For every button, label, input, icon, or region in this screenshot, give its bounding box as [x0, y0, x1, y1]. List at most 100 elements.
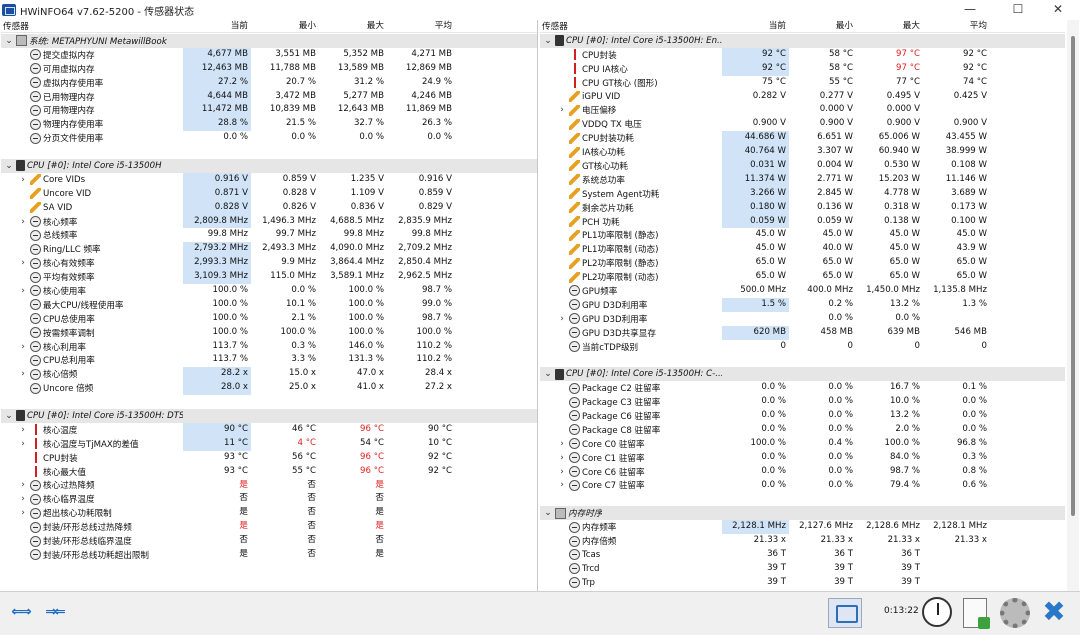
column-header-max[interactable]: 最大	[856, 20, 923, 32]
sensor-row[interactable]: 总线频率 99.8 MHz 99.7 MHz 99.8 MHz 99.8 MHz	[1, 228, 537, 242]
sensor-row[interactable]: › Core C0 驻留率 100.0 % 0.4 % 100.0 % 96.8 %	[540, 437, 1065, 451]
sensor-row[interactable]: 封装/环形总线过热降频 是 否 是	[1, 520, 537, 534]
sensor-row[interactable]: 可用虚拟内存 12,463 MB 11,788 MB 13,589 MB 12,869 …	[1, 61, 537, 76]
vertical-scrollbar[interactable]	[1067, 20, 1079, 591]
expand-chevron-icon[interactable]: ›	[18, 369, 28, 379]
expand-chevron-icon[interactable]: ›	[557, 480, 567, 490]
sensor-row[interactable]: PL2功率限制 (动态) 65.0 W 65.0 W 65.0 W 65.0 W	[540, 270, 1065, 284]
sensor-row[interactable]: 封装/环形总线功耗超出限制 是 否 是	[1, 548, 537, 562]
sensor-row[interactable]: CPU封装 93 °C 56 °C 96 °C 92 °C	[1, 451, 537, 465]
sensor-row[interactable]: PL2功率限制 (静态) 65.0 W 65.0 W 65.0 W 65.0 W	[540, 256, 1065, 270]
collapse-chevron-icon[interactable]: ⌄	[4, 36, 14, 46]
scrollbar-thumb[interactable]	[1071, 36, 1075, 516]
sensor-row[interactable]: Uncore 倍频 28.0 x 25.0 x 41.0 x 27.2 x	[1, 381, 537, 396]
sensor-row[interactable]: 提交虚拟内存 4,677 MB 3,551 MB 5,352 MB 4,271 MB	[1, 47, 537, 62]
sensor-table-right[interactable]: 传感器 当前 最小 最大 平均 ⌄ CPU [#0]: Intel Core i5…	[540, 20, 1065, 591]
sensor-row[interactable]: 剩余芯片功耗 0.180 W 0.136 W 0.318 W 0.173 W	[540, 200, 1065, 215]
sensor-row[interactable]: CPU总使用率 100.0 % 2.1 % 100.0 % 98.7 %	[1, 312, 537, 326]
sensor-row[interactable]: 按需频率调制 100.0 % 100.0 % 100.0 % 100.0 %	[1, 326, 537, 340]
sensor-row[interactable]: › Core VIDs 0.916 V 0.859 V 1.235 V 0.916 V	[1, 172, 537, 187]
sensor-row[interactable]: 当前cTDP级别 0 0 0 0	[540, 340, 1065, 354]
sensor-row[interactable]: System Agent功耗 3.266 W 2.845 W 4.778 W 3.689…	[540, 186, 1065, 201]
sensor-row[interactable]: 平均有效频率 3,109.3 MHz 115.0 MHz 3,589.1 MHz 2,9…	[1, 270, 537, 285]
sensor-row[interactable]: VDDQ TX 电压 0.900 V 0.900 V 0.900 V 0.900 V	[540, 117, 1065, 131]
column-header-max[interactable]: 最大	[319, 20, 387, 32]
expand-chevron-icon[interactable]: ›	[18, 286, 28, 296]
close-button[interactable]: ✕	[1036, 0, 1080, 20]
expand-chevron-icon[interactable]: ›	[18, 425, 28, 435]
sensor-row[interactable]: CPU GT核心 (图形) 75 °C 55 °C 77 °C 74 °C	[540, 76, 1065, 90]
reset-timer-clock-icon[interactable]	[922, 597, 952, 627]
expand-chevron-icon[interactable]: ›	[557, 467, 567, 477]
sensor-row[interactable]: › 电压偏移 0.000 V 0.000 V	[540, 103, 1065, 117]
sensor-row[interactable]: › GPU D3D利用率 0.0 % 0.0 %	[540, 312, 1065, 326]
sensor-row[interactable]: 虚拟内存使用率 27.2 % 20.7 % 31.2 % 24.9 %	[1, 75, 537, 90]
sensor-row[interactable]: › 核心使用率 100.0 % 0.0 % 100.0 % 98.7 %	[1, 284, 537, 298]
sensor-row[interactable]: › 核心频率 2,809.8 MHz 1,496.3 MHz 4,688.5 MHz 2,…	[1, 214, 537, 229]
expand-chevron-icon[interactable]: ›	[18, 217, 28, 227]
sensor-row[interactable]: Package C3 驻留率 0.0 % 0.0 % 10.0 % 0.0 %	[540, 395, 1065, 409]
sensor-row[interactable]: SA VID 0.828 V 0.826 V 0.836 V 0.829 V	[1, 200, 537, 215]
expand-chevron-icon[interactable]: ›	[557, 453, 567, 463]
sensor-row[interactable]: Package C6 驻留率 0.0 % 0.0 % 13.2 % 0.0 %	[540, 409, 1065, 423]
collapse-chevron-icon[interactable]: ⌄	[4, 161, 14, 171]
column-header-avg[interactable]: 平均	[387, 20, 455, 32]
expand-chevron-icon[interactable]: ›	[18, 342, 28, 352]
column-header-min[interactable]: 最小	[789, 20, 856, 32]
network-monitor-icon[interactable]	[828, 598, 862, 628]
sensor-row[interactable]: Trp 39 T 39 T 39 T	[540, 576, 1065, 590]
sensor-row[interactable]: 内存频率 2,128.1 MHz 2,127.6 MHz 2,128.6 MHz 2,1…	[540, 520, 1065, 535]
sensor-row[interactable]: CPU封装功耗 44.686 W 6.651 W 65.006 W 43.455 W	[540, 131, 1065, 146]
sensor-row[interactable]: GPU频率 500.0 MHz 400.0 MHz 1,450.0 MHz 1,135.…	[540, 284, 1065, 298]
collapse-chevron-icon[interactable]: ⌄	[543, 36, 553, 46]
sensor-table-left[interactable]: 传感器 当前 最小 最大 平均 ⌄ 系统: METAPHYUNI Metawill…	[1, 20, 538, 591]
sensor-row[interactable]: › Core C7 驻留率 0.0 % 0.0 % 79.4 % 0.6 %	[540, 479, 1065, 493]
sensor-row[interactable]: IA核心功耗 40.764 W 3.307 W 60.940 W 38.999 W	[540, 145, 1065, 160]
column-header-avg[interactable]: 平均	[923, 20, 990, 32]
sensor-row[interactable]: › 核心温度 90 °C 46 °C 96 °C 90 °C	[1, 422, 537, 437]
sensor-row[interactable]: › 超出核心功耗限制 是 否 是	[1, 506, 537, 520]
sensor-row[interactable]: Package C8 驻留率 0.0 % 0.0 % 2.0 % 0.0 %	[540, 423, 1065, 437]
close-sensors-icon[interactable]: ✖	[1040, 598, 1068, 626]
sensor-row[interactable]: GPU D3D利用率 1.5 % 0.2 % 13.2 % 1.3 %	[540, 297, 1065, 312]
expand-chevron-icon[interactable]: ›	[18, 480, 28, 490]
sensor-row[interactable]: Trcd 39 T 39 T 39 T	[540, 562, 1065, 576]
maximize-button[interactable]: ☐	[996, 0, 1040, 20]
collapse-chevron-icon[interactable]: ⌄	[543, 508, 553, 518]
sensor-row[interactable]: › Core C6 驻留率 0.0 % 0.0 % 98.7 % 0.8 %	[540, 465, 1065, 479]
sensor-group-header[interactable]: ⌄ 系统: METAPHYUNI MetawillBook	[1, 34, 537, 48]
expand-chevron-icon[interactable]: ›	[557, 439, 567, 449]
sensor-group-header[interactable]: ⌄ CPU [#0]: Intel Core i5-13500H: DTS	[1, 409, 537, 423]
sensor-row[interactable]: Tcas 36 T 36 T 36 T	[540, 548, 1065, 562]
sensor-row[interactable]: GPU D3D共享显存 620 MB 458 MB 639 MB 546 MB	[540, 325, 1065, 340]
sensor-row[interactable]: 物理内存使用率 28.8 % 21.5 % 32.7 % 26.3 %	[1, 117, 537, 132]
sensor-group-header[interactable]: ⌄ CPU [#0]: Intel Core i5-13500H: C-...	[540, 367, 1065, 382]
sensor-group-header[interactable]: ⌄ CPU [#0]: Intel Core i5-13500H: En...	[540, 34, 1065, 48]
sensor-row[interactable]: › 核心临界温度 否 否 否	[1, 492, 537, 506]
sensor-row[interactable]: Ring/LLC 频率 2,793.2 MHz 2,493.3 MHz 4,090.0…	[1, 242, 537, 257]
expand-chevron-icon[interactable]: ›	[557, 314, 567, 324]
expand-chevron-icon[interactable]: ›	[18, 258, 28, 268]
column-header-sensor[interactable]: 传感器	[540, 20, 722, 32]
minimize-button[interactable]: —	[948, 0, 992, 20]
column-header-min[interactable]: 最小	[251, 20, 319, 32]
sensor-row[interactable]: 已用物理内存 4,644 MB 3,472 MB 5,277 MB 4,246 MB	[1, 89, 537, 104]
sensor-row[interactable]: 封装/环形总线临界温度 否 否 否	[1, 534, 537, 548]
sensor-row[interactable]: 可用物理内存 11,472 MB 10,839 MB 12,643 MB 11,869 …	[1, 103, 537, 118]
sensor-group-header[interactable]: ⌄ 内存时序	[540, 506, 1065, 521]
sensor-row[interactable]: GT核心功耗 0.031 W 0.004 W 0.530 W 0.108 W	[540, 159, 1065, 173]
expand-chevron-icon[interactable]: ›	[18, 175, 28, 185]
collapse-chevron-icon[interactable]: ⌄	[543, 369, 553, 379]
sensor-row[interactable]: 最大CPU/线程使用率 100.0 % 10.1 % 100.0 % 99.0 %	[1, 298, 537, 312]
sensor-row[interactable]: › 核心有效频率 2,993.3 MHz 9.9 MHz 3,864.4 MHz 2,85…	[1, 256, 537, 271]
sensor-row[interactable]: › 核心倍频 28.2 x 15.0 x 47.0 x 28.4 x	[1, 367, 537, 382]
sensor-row[interactable]: › 核心温度与TjMAX的差值 11 °C 4 °C 54 °C 10 °C	[1, 436, 537, 451]
logging-report-icon[interactable]	[963, 598, 990, 629]
sensor-row[interactable]: 系统总功率 11.374 W 2.771 W 15.203 W 11.146 W	[540, 172, 1065, 187]
sensor-row[interactable]: Uncore VID 0.871 V 0.828 V 1.109 V 0.859 V	[1, 186, 537, 201]
sensor-row[interactable]: PCH 功耗 0.059 W 0.059 W 0.138 W 0.100 W	[540, 214, 1065, 229]
column-header-current[interactable]: 当前	[183, 20, 251, 32]
collapse-arrows-icon[interactable]: ⇒⇐	[40, 602, 68, 622]
settings-gear-icon[interactable]	[1000, 598, 1030, 628]
expand-chevron-icon[interactable]: ›	[18, 508, 28, 518]
